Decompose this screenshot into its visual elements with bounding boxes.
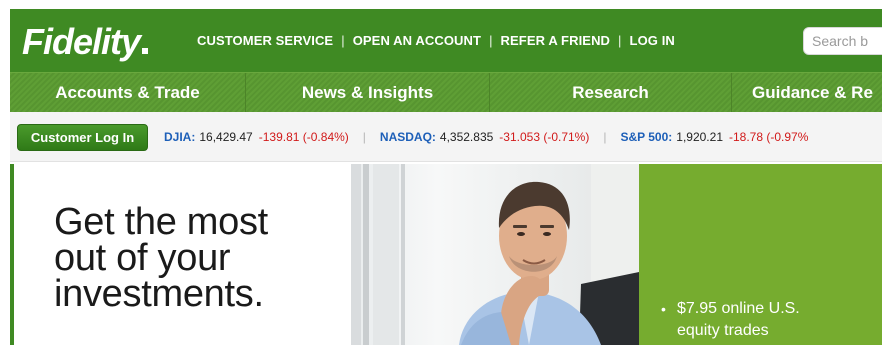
nav-news-insights[interactable]: News & Insights bbox=[246, 73, 490, 113]
link-separator: | bbox=[618, 33, 622, 48]
headline-line: out of your bbox=[54, 237, 231, 279]
hero-banner[interactable]: Get the most out of your investments. • … bbox=[10, 164, 882, 345]
log-in-link[interactable]: LOG IN bbox=[630, 33, 675, 48]
customer-log-in-button[interactable]: Customer Log In bbox=[17, 124, 148, 151]
quote-value: 1,920.21 bbox=[676, 130, 723, 144]
promo-bullet: • $7.95 online U.S. equity trades bbox=[661, 298, 800, 342]
link-separator: | bbox=[489, 33, 493, 48]
headline-line: Get the most bbox=[54, 201, 268, 243]
refer-friend-link[interactable]: REFER A FRIEND bbox=[501, 33, 611, 48]
nav-research[interactable]: Research bbox=[490, 73, 732, 113]
quote-change: -31.053 (-0.71%) bbox=[499, 130, 590, 144]
quote-value: 4,352.835 bbox=[439, 130, 494, 144]
open-account-link[interactable]: OPEN AN ACCOUNT bbox=[353, 33, 481, 48]
promo-bullets: • $7.95 online U.S. equity trades bbox=[661, 298, 800, 342]
bullet-text: equity trades bbox=[677, 322, 769, 339]
quote-change: -139.81 (-0.84%) bbox=[258, 130, 349, 144]
customer-service-link[interactable]: CUSTOMER SERVICE bbox=[197, 33, 333, 48]
logo-text: Fidelity bbox=[22, 21, 141, 62]
bullet-text: $7.95 online U.S. bbox=[677, 300, 800, 317]
market-ticker: Customer Log In DJIA: 16,429.47 -139.81 … bbox=[10, 112, 882, 162]
quote-list: DJIA: 16,429.47 -139.81 (-0.84%) | NASDA… bbox=[164, 130, 808, 144]
search-input[interactable]: Search b bbox=[803, 27, 882, 55]
hero-headline: Get the most out of your investments. bbox=[54, 201, 354, 315]
quote-value: 16,429.47 bbox=[199, 130, 253, 144]
hero-text-panel: Get the most out of your investments. bbox=[10, 164, 351, 345]
link-separator: | bbox=[341, 33, 345, 48]
bullet-icon: • bbox=[661, 301, 666, 317]
investor-photo-illustration bbox=[351, 164, 639, 345]
quote-name-djia[interactable]: DJIA: bbox=[164, 130, 195, 144]
headline-line: investments. bbox=[54, 273, 264, 315]
utility-links: CUSTOMER SERVICE | OPEN AN ACCOUNT | REF… bbox=[197, 33, 675, 48]
investor-photo bbox=[351, 164, 639, 345]
promo-panel[interactable]: • $7.95 online U.S. equity trades bbox=[639, 164, 882, 345]
nav-accounts-trade[interactable]: Accounts & Trade bbox=[10, 73, 246, 113]
top-header: Fidelity CUSTOMER SERVICE | OPEN AN ACCO… bbox=[10, 9, 882, 72]
quote-separator: | bbox=[362, 130, 366, 144]
quote-separator: | bbox=[603, 130, 607, 144]
quote-change: -18.78 (-0.97% bbox=[729, 130, 809, 144]
fidelity-logo[interactable]: Fidelity bbox=[22, 21, 149, 63]
quote-name-nasdaq[interactable]: NASDAQ: bbox=[380, 130, 436, 144]
main-nav: Accounts & Trade News & Insights Researc… bbox=[10, 72, 882, 113]
quote-name-sp500[interactable]: S&P 500: bbox=[620, 130, 672, 144]
logo-dot bbox=[142, 48, 149, 54]
nav-guidance-retirement[interactable]: Guidance & Re bbox=[732, 73, 882, 113]
